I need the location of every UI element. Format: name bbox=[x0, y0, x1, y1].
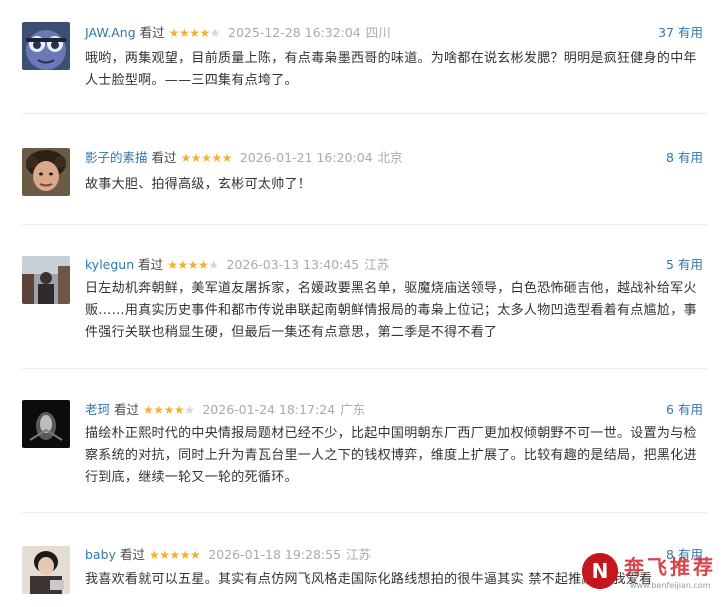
star-filled-icon: ★ bbox=[180, 151, 192, 165]
star-filled-icon: ★ bbox=[143, 403, 154, 417]
vote-count: 8 bbox=[666, 150, 674, 165]
vote-count: 6 bbox=[666, 402, 674, 417]
avatar[interactable] bbox=[22, 22, 70, 70]
star-filled-icon: ★ bbox=[178, 26, 190, 40]
star-empty-icon: ★ bbox=[184, 403, 195, 417]
vote-label: 有用 bbox=[677, 547, 703, 562]
review-content: 哦哟，两集观望，目前质量上陈，有点毒枭墨西哥的味道。为啥都在说玄彬发腮？明明是疯… bbox=[85, 51, 697, 88]
watch-status: 看过 bbox=[138, 257, 164, 272]
review-time[interactable]: 2026-03-13 13:40:45 bbox=[226, 256, 359, 274]
review-location: 江苏 bbox=[364, 257, 390, 272]
review-time[interactable]: 2026-01-18 19:28:55 bbox=[208, 546, 341, 564]
watch-status: 看过 bbox=[119, 547, 145, 562]
star-filled-icon: ★ bbox=[167, 258, 178, 272]
star-filled-icon: ★ bbox=[179, 548, 191, 562]
review-meta: 老珂 看过 ★ ★ ★ ★ ★ 2026-01-24 18:17:24 广东 bbox=[85, 401, 365, 419]
star-empty-icon: ★ bbox=[208, 258, 219, 272]
star-filled-icon: ★ bbox=[169, 548, 180, 562]
vote-useful-button[interactable]: 6 有用 bbox=[666, 401, 703, 419]
review-location: 四川 bbox=[365, 25, 391, 40]
username-link[interactable]: 老珂 bbox=[85, 401, 110, 419]
star-empty-icon: ★ bbox=[209, 26, 221, 40]
vote-label: 有用 bbox=[677, 150, 703, 165]
star-filled-icon: ★ bbox=[173, 403, 185, 417]
avatar[interactable] bbox=[22, 148, 70, 196]
watch-status: 看过 bbox=[139, 25, 165, 40]
avatar[interactable] bbox=[22, 256, 70, 304]
star-rating: ★ ★ ★ ★ ★ bbox=[167, 256, 219, 274]
review-list: JAW.Ang 看过 ★ ★ ★ ★ ★ 2025-12-28 16:32:04 四川 … bbox=[0, 0, 725, 607]
username-link[interactable]: 影子的素描 bbox=[85, 149, 148, 167]
review-location: 广东 bbox=[340, 402, 366, 417]
review-content: 故事大胆、拍得高级，玄彬可太帅了！ bbox=[85, 177, 312, 192]
username-link[interactable]: baby bbox=[85, 546, 116, 564]
review-time[interactable]: 2026-01-21 16:20:04 bbox=[240, 149, 373, 167]
review-location: 江苏 bbox=[346, 547, 372, 562]
divider bbox=[22, 113, 707, 114]
star-filled-icon: ★ bbox=[211, 151, 222, 165]
divider bbox=[22, 512, 707, 513]
username-link[interactable]: JAW.Ang bbox=[85, 24, 136, 42]
watch-status: 看过 bbox=[151, 150, 177, 165]
vote-label: 有用 bbox=[677, 257, 703, 272]
vote-label: 有用 bbox=[677, 25, 703, 40]
star-filled-icon: ★ bbox=[190, 548, 201, 562]
star-filled-icon: ★ bbox=[153, 403, 164, 417]
star-filled-icon: ★ bbox=[201, 151, 212, 165]
vote-label: 有用 bbox=[677, 402, 703, 417]
divider bbox=[22, 224, 707, 225]
star-filled-icon: ★ bbox=[168, 26, 180, 40]
username-link[interactable]: kylegun bbox=[85, 256, 134, 274]
star-filled-icon: ★ bbox=[189, 26, 200, 40]
vote-useful-button[interactable]: 37 有用 bbox=[658, 24, 703, 42]
star-filled-icon: ★ bbox=[221, 151, 233, 165]
review-time[interactable]: 2026-01-24 18:17:24 bbox=[202, 401, 335, 419]
vote-count: 8 bbox=[666, 547, 674, 562]
avatar[interactable] bbox=[22, 400, 70, 448]
vote-useful-button[interactable]: 8 有用 bbox=[666, 546, 703, 564]
review-content: 我喜欢看就可以五星。其实有点仿网飞风格走国际化路线想拍的很牛逼其实 禁不起推敲 … bbox=[85, 572, 653, 587]
review-meta: 影子的素描 看过 ★ ★ ★ ★ ★ 2026-01-21 16:20:04 北京 bbox=[85, 149, 403, 167]
divider bbox=[22, 368, 707, 369]
review-meta: JAW.Ang 看过 ★ ★ ★ ★ ★ 2025-12-28 16:32:04 四川 bbox=[85, 24, 391, 42]
vote-count: 37 bbox=[658, 25, 674, 40]
review-meta: baby 看过 ★ ★ ★ ★ ★ 2026-01-18 19:28:55 江苏 bbox=[85, 546, 371, 564]
star-filled-icon: ★ bbox=[163, 403, 175, 417]
review-content: 日左劫机奔朝鲜，美军道友屠拆家，名媛政要黑名单，驱魔烧庙送领导，白色恐怖砸吉他，… bbox=[85, 281, 697, 340]
star-rating: ★ ★ ★ ★ ★ bbox=[143, 401, 195, 419]
review-meta: kylegun 看过 ★ ★ ★ ★ ★ 2026-03-13 13:40:45 江苏 bbox=[85, 256, 389, 274]
star-filled-icon: ★ bbox=[148, 548, 160, 562]
star-filled-icon: ★ bbox=[199, 26, 210, 40]
avatar[interactable] bbox=[22, 546, 70, 594]
star-filled-icon: ★ bbox=[187, 258, 199, 272]
vote-useful-button[interactable]: 8 有用 bbox=[666, 149, 703, 167]
star-filled-icon: ★ bbox=[190, 151, 202, 165]
star-filled-icon: ★ bbox=[197, 258, 209, 272]
star-filled-icon: ★ bbox=[177, 258, 188, 272]
star-rating: ★ ★ ★ ★ ★ bbox=[148, 546, 201, 564]
review-location: 北京 bbox=[377, 150, 403, 165]
vote-useful-button[interactable]: 5 有用 bbox=[666, 256, 703, 274]
watch-status: 看过 bbox=[114, 402, 140, 417]
star-filled-icon: ★ bbox=[159, 548, 170, 562]
vote-count: 5 bbox=[666, 257, 674, 272]
star-rating: ★ ★ ★ ★ ★ bbox=[180, 149, 233, 167]
review-content: 描绘朴正熙时代的中央情报局题材已经不少，比起中国明朝东厂西厂更加权倾朝野不可一世… bbox=[85, 426, 697, 485]
star-rating: ★ ★ ★ ★ ★ bbox=[168, 24, 221, 42]
review-time[interactable]: 2025-12-28 16:32:04 bbox=[228, 24, 361, 42]
